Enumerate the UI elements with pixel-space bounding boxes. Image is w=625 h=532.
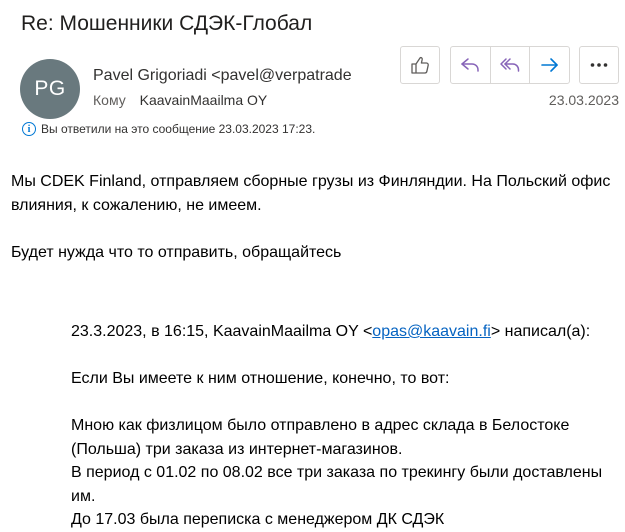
body-paragraph: Будет нужда что то отправить, обращайтес… — [11, 243, 342, 261]
reply-all-icon — [500, 58, 520, 72]
quote-header-prefix: 23.3.2023, в 16:15, KaavainMaailma OY < — [71, 323, 373, 340]
replied-info-text: Вы ответили на это сообщение 23.03.2023 … — [41, 122, 316, 136]
to-label: Кому — [93, 92, 126, 108]
reply-actions-group — [450, 46, 570, 84]
message-body: Мы CDEK Finland, отправляем сборные груз… — [11, 170, 611, 264]
quote-header: 23.3.2023, в 16:15, KaavainMaailma OY <o… — [71, 320, 621, 344]
like-button[interactable] — [400, 46, 440, 84]
replied-info-bar: i Вы ответили на это сообщение 23.03.202… — [22, 122, 315, 136]
message-date: 23.03.2023 — [548, 92, 619, 108]
recipient-name[interactable]: KaavainMaailma OY — [140, 92, 268, 108]
quote-paragraph: В период с 01.02 по 08.02 все три заказа… — [71, 464, 603, 505]
recipient-row: Кому KaavainMaailma OY — [93, 92, 267, 108]
forward-icon — [540, 58, 558, 72]
more-actions-button[interactable] — [579, 46, 619, 84]
forward-button[interactable] — [530, 47, 569, 83]
quote-paragraph: Мною как физлицом было отправлено в адре… — [71, 417, 570, 458]
quote-sender-email-link[interactable]: opas@kaavain.fi — [372, 323, 491, 340]
quote-paragraph: До 17.03 была переписка с менеджером ДК … — [71, 511, 445, 528]
reply-icon — [461, 58, 480, 72]
quote-header-suffix: > написал(а): — [490, 323, 591, 340]
info-icon: i — [22, 122, 36, 136]
message-subject: Re: Мошенники СДЭК-Глобал — [21, 12, 313, 35]
reply-all-button[interactable] — [491, 47, 531, 83]
body-paragraph: Мы CDEK Finland, отправляем сборные груз… — [11, 173, 611, 214]
more-icon — [590, 63, 608, 67]
reply-button[interactable] — [451, 47, 491, 83]
thumbs-up-icon — [411, 56, 429, 74]
quoted-message: 23.3.2023, в 16:15, KaavainMaailma OY <o… — [71, 320, 621, 532]
quote-paragraph: Если Вы имеете к ним отношение, конечно,… — [71, 370, 450, 387]
sender-avatar[interactable]: PG — [20, 59, 80, 119]
sender-name[interactable]: Pavel Grigoriadi <pavel@verpatrade — [93, 67, 375, 85]
